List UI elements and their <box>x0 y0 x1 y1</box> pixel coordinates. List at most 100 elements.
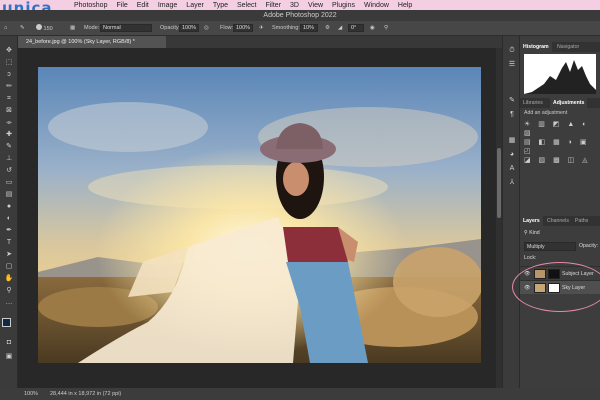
menu-select[interactable]: Select <box>237 2 256 9</box>
blend-mode-value: Multiply <box>527 244 545 250</box>
brush-size-value: 150 <box>43 26 53 32</box>
path-select-icon[interactable]: ➤ <box>3 250 15 259</box>
healing-icon[interactable]: ✚ <box>3 130 15 139</box>
menu-3d[interactable]: 3D <box>290 2 299 9</box>
clone-stamp-icon[interactable]: ⊥ <box>3 154 15 163</box>
options-bar: ⌂ ✎ 150 ▦ Mode: Normal Opacity: 100% ◎ F… <box>0 21 600 36</box>
menu-view[interactable]: View <box>308 2 323 9</box>
flow-label: Flow: <box>220 25 234 31</box>
document-tab[interactable]: 24_before.jpg @ 100% (Sky Layer, RGB/8) … <box>18 36 166 48</box>
kind-label: Kind <box>529 230 540 236</box>
eyedropper-icon[interactable]: ⌯ <box>3 118 15 127</box>
home-icon[interactable]: ⌂ <box>4 24 7 33</box>
blend-mode-select[interactable]: Multiply <box>524 242 576 251</box>
blur-icon[interactable]: ● <box>3 202 15 211</box>
menu-photoshop[interactable]: Photoshop <box>74 2 107 9</box>
character-panel-icon[interactable]: A <box>506 164 518 173</box>
angle-field[interactable]: 0° <box>348 24 364 33</box>
smoothing-options-icon[interactable]: ⚙ <box>325 24 330 33</box>
opacity-field[interactable]: 100% <box>179 24 199 33</box>
rectangle-icon[interactable]: ▢ <box>3 262 15 271</box>
menu-plugins[interactable]: Plugins <box>332 2 355 9</box>
airbrush-icon[interactable]: ✈ <box>259 24 264 33</box>
right-panel-dock: Histogram Navigator Libraries Adjustment… <box>512 36 600 388</box>
zoom-level[interactable]: 100% <box>24 388 38 400</box>
menu-help[interactable]: Help <box>398 2 412 9</box>
menu-window[interactable]: Window <box>364 2 389 9</box>
menu-layer[interactable]: Layer <box>186 2 204 9</box>
history-panel-icon[interactable]: ⏱ <box>506 46 518 55</box>
brush-icon[interactable]: ✎ <box>3 142 15 151</box>
move-icon[interactable]: ✥ <box>3 46 15 55</box>
pressure-opacity-icon[interactable]: ◎ <box>204 24 209 33</box>
opacity-label: Opacity: <box>160 25 181 31</box>
pressure-size-icon[interactable]: ◉ <box>370 24 375 33</box>
smoothing-label: Smoothing: <box>272 25 300 31</box>
menu-bar: Photoshop File Edit Image Layer Type Sel… <box>0 0 600 10</box>
pen-icon[interactable]: ✒ <box>3 226 15 235</box>
histogram-tabs: Histogram Navigator <box>520 42 600 52</box>
scroll-thumb[interactable] <box>497 148 501 218</box>
status-bar: 100% 28,444 in x 18,972 in (72 ppi) <box>0 388 600 400</box>
tab-paths[interactable]: Paths <box>572 216 591 226</box>
tools-panel: ✥ ⬚ ↄ ✏ ⌗ ⊠ ⌯ ✚ ✎ ⊥ ↺ ▭ ▤ ● ◐ ✒ T ➤ ▢ ✋ … <box>0 36 18 388</box>
menu-edit[interactable]: Edit <box>137 2 149 9</box>
document-tab-bar: 24_before.jpg @ 100% (Sky Layer, RGB/8) … <box>18 36 502 48</box>
angle-icon: ◢ <box>338 25 343 31</box>
brush-settings-icon[interactable]: ▦ <box>70 24 75 33</box>
document-canvas-image[interactable] <box>38 67 481 363</box>
zoom-icon[interactable]: ⚲ <box>3 286 15 295</box>
paragraph-panel-icon[interactable]: ¶ <box>506 110 518 119</box>
tab-navigator[interactable]: Navigator <box>554 42 582 52</box>
lasso-icon[interactable]: ↄ <box>3 70 15 79</box>
lock-label: Lock: <box>524 255 537 261</box>
quick-mask-icon[interactable]: ◘ <box>3 338 15 347</box>
highlight-annotation-ellipse <box>512 262 600 312</box>
brush-size-picker[interactable]: 150 <box>36 24 53 33</box>
eraser-icon[interactable]: ▭ <box>3 178 15 187</box>
tab-adjustments[interactable]: Adjustments <box>550 98 588 108</box>
tab-channels[interactable]: Channels <box>544 216 572 226</box>
more-tools-icon[interactable]: … <box>3 298 15 307</box>
color-panel-icon[interactable]: ◕ <box>506 150 518 159</box>
glyphs-panel-icon[interactable]: ⅄ <box>506 178 518 187</box>
symmetry-icon[interactable]: ⚲ <box>384 24 388 33</box>
collapsed-panel-strip: ⏱ ☰ ✎ ¶ ▦ ◕ A ⅄ <box>502 36 520 388</box>
histogram-shape <box>524 60 596 94</box>
brush-panel-icon[interactable]: ✎ <box>506 96 518 105</box>
adjustment-icons-grid[interactable]: ☀ ▥ ◩ ▲ ◐ ▨ ▤ ◧ ▦ ◑ ▣ ◰ ◪ ▧ ▩ ◫ ◬ <box>524 120 596 164</box>
history-brush-icon[interactable]: ↺ <box>3 166 15 175</box>
crop-icon[interactable]: ⌗ <box>3 94 15 103</box>
menu-file[interactable]: File <box>116 2 127 9</box>
properties-panel-icon[interactable]: ☰ <box>506 60 518 69</box>
photo-artwork <box>38 67 481 363</box>
menu-image[interactable]: Image <box>158 2 177 9</box>
quick-select-icon[interactable]: ✏ <box>3 82 15 91</box>
document-size: 28,444 in x 18,972 in (72 ppi) <box>50 391 122 397</box>
search-icon: ⚲ <box>524 230 528 236</box>
tab-libraries[interactable]: Libraries <box>520 98 546 108</box>
layer-filter[interactable]: ⚲ Kind <box>524 230 540 236</box>
mode-select[interactable]: Normal <box>100 24 152 33</box>
layer-opacity-label: Opacity: <box>579 243 599 249</box>
type-icon[interactable]: T <box>3 238 15 247</box>
foreground-color-swatch[interactable] <box>2 318 11 327</box>
dodge-icon[interactable]: ◐ <box>3 214 15 223</box>
smoothing-field[interactable]: 10% <box>300 24 318 33</box>
canvas-area[interactable] <box>18 48 502 388</box>
frame-icon[interactable]: ⊠ <box>3 106 15 115</box>
adjustment-hint: Add an adjustment <box>524 110 568 116</box>
flow-field[interactable]: 100% <box>233 24 253 33</box>
hand-icon[interactable]: ✋ <box>3 274 15 283</box>
menu-type[interactable]: Type <box>213 2 228 9</box>
tab-histogram[interactable]: Histogram <box>520 42 552 52</box>
screen-mode-icon[interactable]: ▣ <box>3 352 15 361</box>
swatches-panel-icon[interactable]: ▦ <box>506 136 518 145</box>
gradient-icon[interactable]: ▤ <box>3 190 15 199</box>
tab-layers[interactable]: Layers <box>520 216 543 226</box>
brush-preset-icon[interactable]: ✎ <box>20 24 25 33</box>
app-title: Adobe Photoshop 2022 <box>0 10 600 21</box>
menu-filter[interactable]: Filter <box>265 2 281 9</box>
adjustments-tabs: Libraries Adjustments <box>520 98 600 108</box>
marquee-icon[interactable]: ⬚ <box>3 58 15 67</box>
